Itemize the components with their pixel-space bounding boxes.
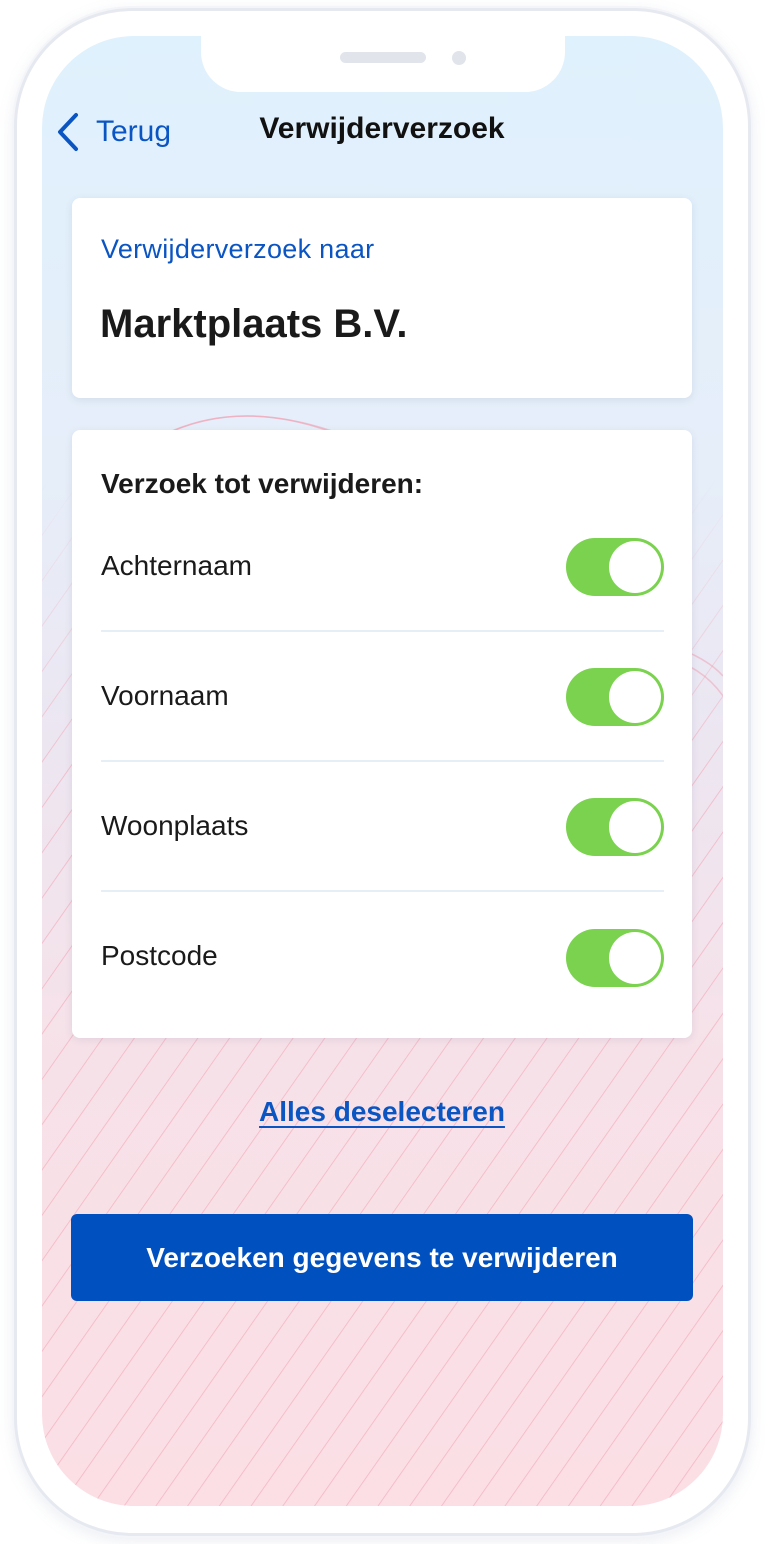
recipient-card: Verwijderverzoek naar Marktplaats B.V. xyxy=(72,198,692,398)
field-row-voornaam: Voornaam xyxy=(101,632,664,762)
field-label-achternaam: Achternaam xyxy=(101,550,252,581)
toggle-knob xyxy=(609,541,661,593)
chevron-left-icon xyxy=(56,112,80,152)
toggle-voornaam[interactable] xyxy=(566,668,664,726)
request-title: Verzoek tot verwijderen: xyxy=(101,468,424,499)
back-button-label: Terug xyxy=(96,115,172,148)
deselect-all-link[interactable]: Alles deselecteren xyxy=(182,1096,582,1128)
device-speaker xyxy=(340,52,426,63)
device-camera xyxy=(452,51,466,65)
submit-request-button-label: Verzoeken gegevens te verwijderen xyxy=(146,1241,618,1273)
field-label-postcode: Postcode xyxy=(101,940,218,971)
page-title: Verwijderverzoek xyxy=(259,112,505,145)
field-row-achternaam: Achternaam xyxy=(101,502,664,632)
request-card: Verzoek tot verwijderen: Achternaam Voor… xyxy=(72,430,692,1038)
toggle-woonplaats[interactable] xyxy=(566,798,664,856)
submit-request-button[interactable]: Verzoeken gegevens te verwijderen xyxy=(71,1214,693,1301)
field-row-woonplaats: Woonplaats xyxy=(101,762,664,892)
toggle-knob xyxy=(609,801,661,853)
field-row-postcode: Postcode xyxy=(101,892,664,1022)
back-button[interactable]: Terug xyxy=(56,110,171,154)
toggle-achternaam[interactable] xyxy=(566,538,664,596)
field-label-woonplaats: Woonplaats xyxy=(101,810,249,841)
toggle-knob xyxy=(609,932,661,984)
toggle-postcode[interactable] xyxy=(566,929,664,987)
recipient-name: Marktplaats B.V. xyxy=(100,302,408,346)
device-notch xyxy=(201,36,565,92)
toggle-knob xyxy=(609,671,661,723)
field-label-voornaam: Voornaam xyxy=(101,680,229,711)
recipient-label: Verwijderverzoek naar xyxy=(101,234,375,264)
